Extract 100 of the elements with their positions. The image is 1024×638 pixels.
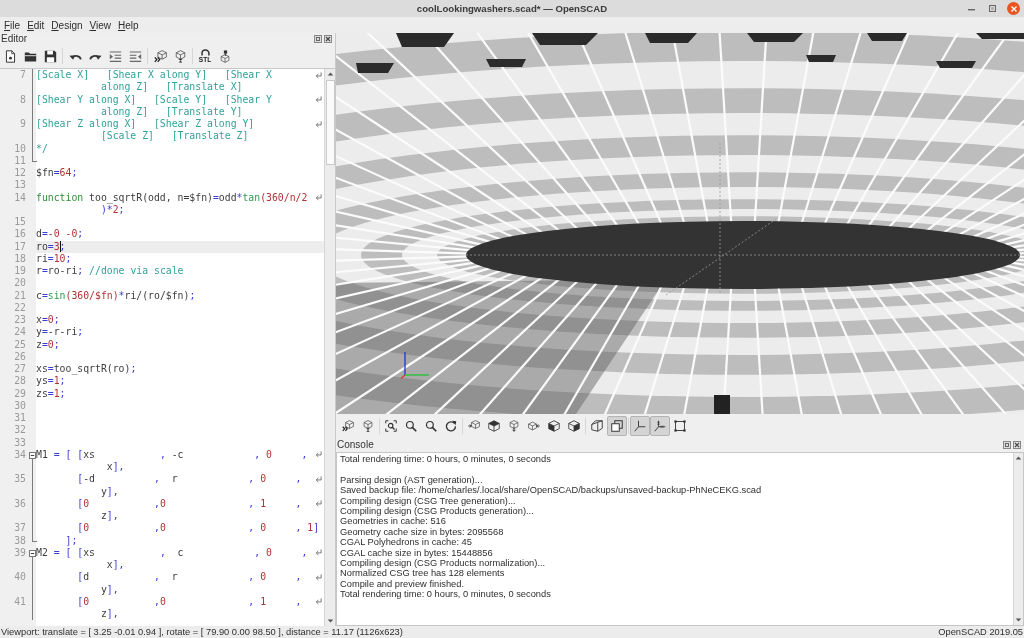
code-line: M1 = [ [xs , -c , 0 , xyxy=(36,448,308,461)
line-number: 7 xyxy=(20,69,26,82)
line-number: 28 xyxy=(14,375,26,388)
close-icon[interactable] xyxy=(324,34,332,43)
code-line: )*2; xyxy=(100,203,125,216)
code-line: c=sin(360/$fn)*ri/(ro/$fn); xyxy=(36,289,196,302)
float-panel-icon[interactable] xyxy=(314,34,322,43)
code-line: ro=3; xyxy=(36,240,66,253)
fold-toggle-icon[interactable] xyxy=(29,549,36,557)
menu-item[interactable]: File xyxy=(4,19,21,31)
editor-scrollbar[interactable] xyxy=(324,69,335,626)
scroll-up-icon[interactable] xyxy=(1015,456,1022,460)
code-line: z], xyxy=(100,510,119,523)
line-number: 16 xyxy=(14,228,26,241)
fold-toggle-icon[interactable] xyxy=(29,451,36,459)
code-line: [0 ,0 , 1 , xyxy=(76,595,302,608)
menu-item[interactable]: Edit xyxy=(27,19,45,31)
console-line: Geometry cache size in bytes: 2095568 xyxy=(340,526,505,538)
line-number: 18 xyxy=(14,252,26,265)
code-line: r=ro-ri; //done via scale xyxy=(36,265,184,278)
menu-item[interactable]: View xyxy=(89,19,111,31)
line-number: 10 xyxy=(14,142,26,155)
scrollbar-thumb[interactable] xyxy=(325,80,335,165)
line-number: 39 xyxy=(14,546,26,559)
line-number: 11 xyxy=(14,154,26,167)
line-number: 19 xyxy=(14,265,26,278)
code-line: [d , r , 0 , xyxy=(76,571,302,584)
line-number: 14 xyxy=(14,191,26,204)
code-line: [Shear Z along X] [Shear Z along Y] xyxy=(36,118,255,131)
line-number: 32 xyxy=(14,424,26,437)
menu-item[interactable]: Help xyxy=(118,19,139,31)
console-line: Total rendering time: 0 hours, 0 minutes, 0 seconds xyxy=(340,454,552,465)
code-line: ]; xyxy=(64,534,78,547)
console-line: CGAL cache size in bytes: 15448856 xyxy=(340,547,494,559)
axes-indicator-icon xyxy=(400,351,430,379)
console-line: Geometries in cache: 516 xyxy=(340,516,447,527)
line-number: 22 xyxy=(14,301,26,314)
panel-title: Console xyxy=(336,439,374,450)
code-line: [-d , r , 0 , xyxy=(76,473,302,486)
code-line: [Shear Y along X] [Scale Y] [Shear Y xyxy=(36,93,272,106)
version-text: OpenSCAD 2019.05 xyxy=(938,627,1023,637)
code-line: z], xyxy=(100,608,119,621)
close-icon[interactable] xyxy=(1013,440,1021,449)
line-number: 41 xyxy=(14,595,26,608)
fold-end-line xyxy=(32,534,37,542)
console-scrollbar[interactable] xyxy=(1013,453,1023,625)
minimize-icon[interactable] xyxy=(968,9,975,11)
line-number: 9 xyxy=(20,118,26,131)
line-number: 27 xyxy=(14,363,26,376)
code-line: ri=10; xyxy=(36,252,72,265)
line-number: 24 xyxy=(14,326,26,339)
wrap-indicator-icon xyxy=(315,598,322,606)
line-number: 8 xyxy=(20,93,26,106)
wrap-indicator-icon xyxy=(315,500,322,508)
line-number: 17 xyxy=(14,240,26,253)
menu-item[interactable]: Design xyxy=(51,19,83,31)
code-line: x=0; xyxy=(36,314,60,327)
console-line: Compile and preview finished. xyxy=(340,578,466,590)
code-line: along Z] [Translate X] xyxy=(100,81,243,94)
code-line: $fn=64; xyxy=(36,167,78,180)
wrap-indicator-icon xyxy=(315,120,322,128)
line-number: 37 xyxy=(14,522,26,535)
code-line: [0 ,0 , 1 , xyxy=(76,497,302,510)
line-number: 38 xyxy=(14,534,26,547)
line-number: 12 xyxy=(14,167,26,180)
viewport-status-text: Viewport: translate = [ 3.25 -0.01 0.94 ], rotate = [ 79.90 0.00 98.50 ], distance = 11.17 (1126x623) xyxy=(1,627,403,637)
scroll-down-icon[interactable] xyxy=(1015,618,1022,622)
line-number: 34 xyxy=(14,448,26,461)
line-number: 30 xyxy=(14,399,26,412)
line-number: 35 xyxy=(14,473,26,486)
code-line: ys=1; xyxy=(36,375,66,388)
console-line: Total rendering time: 0 hours, 0 minutes, 0 seconds xyxy=(340,589,552,600)
line-number: 13 xyxy=(14,179,26,192)
line-number: 36 xyxy=(14,497,26,510)
wrap-indicator-icon xyxy=(315,573,322,581)
rendered-model-drawing[interactable] xyxy=(336,33,1024,414)
code-line: [0 ,0 , 0 , 1] xyxy=(76,522,320,535)
line-number: 40 xyxy=(14,571,26,584)
code-line: y], xyxy=(100,485,119,498)
arch-icon[interactable] xyxy=(199,49,211,56)
line-number: 29 xyxy=(14,387,26,400)
scroll-down-icon[interactable] xyxy=(326,619,334,623)
wrap-indicator-icon xyxy=(315,475,322,483)
line-number: 23 xyxy=(14,314,26,327)
fold-end-line xyxy=(32,154,37,162)
line-number: 26 xyxy=(14,350,26,363)
code-line: x], xyxy=(105,559,125,572)
code-line: xs=too_sqrtR(ro); xyxy=(36,363,137,376)
console-line: Compiling design (CSG Products normalization)... xyxy=(340,558,547,569)
code-line: d=-0 -0; xyxy=(36,228,84,241)
code-line: M2 = [ [xs , c , 0 , xyxy=(36,546,308,559)
console-line: Compiling design (CSG Tree generation)... xyxy=(340,495,517,506)
console-line: Parsing design (AST generation)... xyxy=(340,474,484,486)
console-line: CGAL Polyhedrons in cache: 45 xyxy=(340,537,473,548)
console-line: Compiling design (CSG Products generation)... xyxy=(340,506,535,517)
line-number: 21 xyxy=(14,289,26,302)
float-panel-icon[interactable] xyxy=(1003,440,1011,449)
line-number: 20 xyxy=(14,277,26,290)
scroll-up-icon[interactable] xyxy=(326,72,334,76)
wrap-indicator-icon xyxy=(315,194,322,202)
